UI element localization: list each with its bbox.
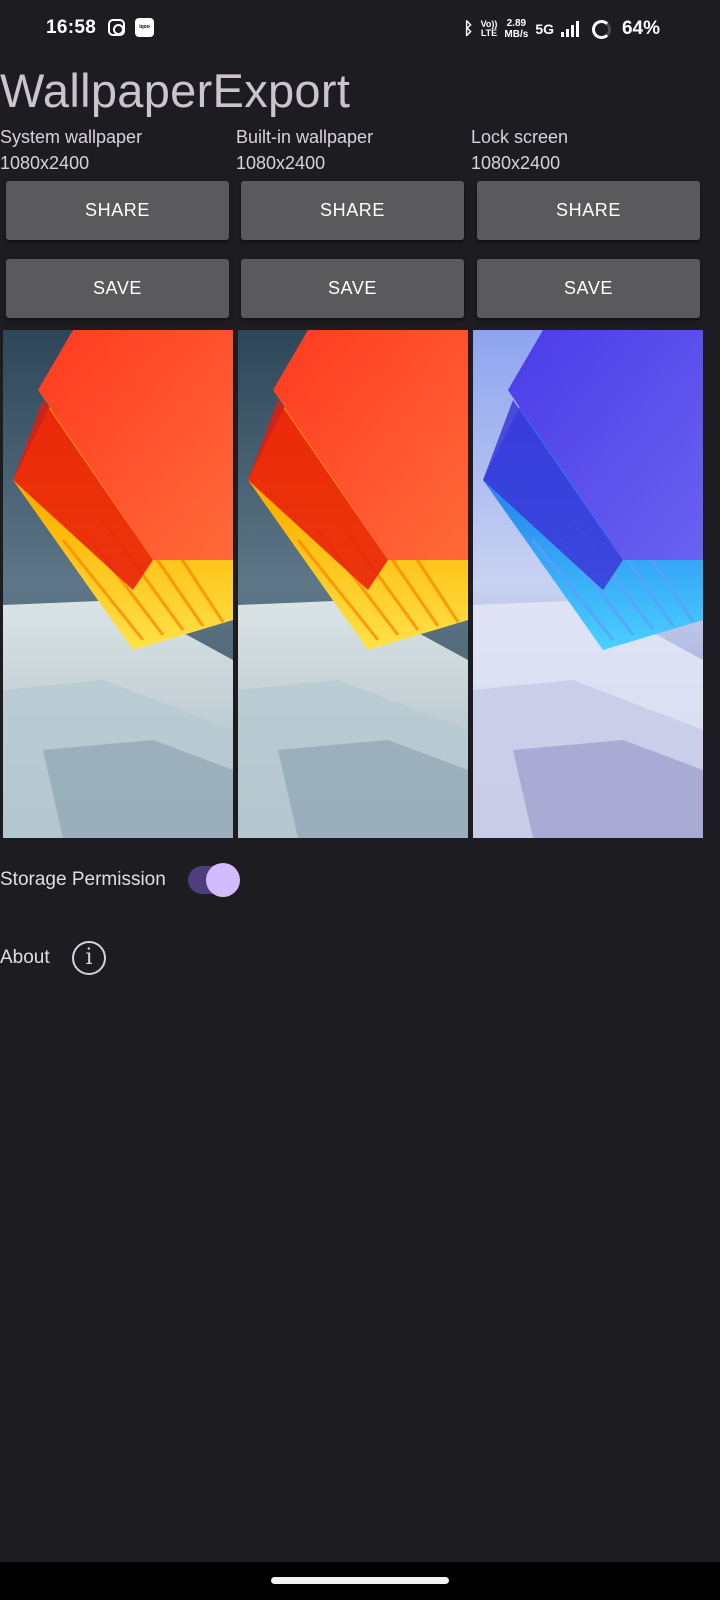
system-wallpaper-preview: [3, 330, 233, 838]
builtin-wallpaper-resolution: 1080x2400: [236, 153, 326, 173]
status-time: 16:58: [46, 17, 97, 38]
lock-screen-preview: [473, 330, 703, 838]
speed-unit: MB/s: [504, 29, 529, 40]
signal-icon: [561, 21, 579, 37]
page-title: WallpaperExport: [0, 64, 351, 117]
bluetooth-icon: ᛒ: [463, 19, 474, 38]
storage-permission-toggle[interactable]: [188, 863, 240, 897]
status-bar: 16:58 iqoo ᛒ Vo)) LTE 2.89 MB/s 5G 64%: [0, 0, 720, 60]
battery-percent: 64%: [621, 18, 660, 39]
about-label: About: [0, 947, 50, 968]
network-speed: 2.89 MB/s: [504, 18, 528, 40]
lock-screen-label: Lock screen: [471, 127, 569, 147]
iqoo-icon: iqoo: [135, 18, 154, 37]
lock-screen-info: Lock screen 1080x2400: [471, 124, 568, 176]
info-icon[interactable]: i: [72, 941, 106, 975]
share-builtin-wallpaper-button[interactable]: SHARE: [241, 181, 464, 240]
battery-ring-icon: [592, 19, 611, 39]
home-gesture-handle[interactable]: [271, 1577, 449, 1584]
builtin-wallpaper-info: Built-in wallpaper 1080x2400: [236, 124, 373, 176]
lock-screen-image: [473, 330, 703, 838]
system-wallpaper-info: System wallpaper 1080x2400: [0, 124, 142, 176]
builtin-wallpaper-label: Built-in wallpaper: [236, 127, 374, 147]
builtin-wallpaper-preview: [238, 330, 468, 838]
save-lock-screen-button[interactable]: SAVE: [477, 259, 700, 318]
system-wallpaper-label: System wallpaper: [0, 127, 143, 147]
builtin-wallpaper-image: [238, 330, 468, 838]
save-builtin-wallpaper-button[interactable]: SAVE: [241, 259, 464, 318]
volte-icon: Vo)) LTE: [481, 20, 498, 38]
share-lock-screen-button[interactable]: SHARE: [477, 181, 700, 240]
storage-permission-label: Storage Permission: [0, 869, 166, 890]
volte-bottom: LTE: [480, 28, 498, 38]
share-system-wallpaper-button[interactable]: SHARE: [6, 181, 229, 240]
instagram-icon: [108, 19, 125, 36]
system-wallpaper-resolution: 1080x2400: [0, 153, 90, 173]
save-system-wallpaper-button[interactable]: SAVE: [6, 259, 229, 318]
system-wallpaper-image: [3, 330, 233, 838]
5g-icon: 5G: [535, 21, 554, 37]
toggle-knob: [206, 863, 240, 897]
speed-value: 2.89: [506, 18, 527, 29]
navigation-bar: [0, 1562, 720, 1600]
app-screen: 16:58 iqoo ᛒ Vo)) LTE 2.89 MB/s 5G 64% W…: [0, 0, 720, 1600]
lock-screen-resolution: 1080x2400: [471, 153, 561, 173]
